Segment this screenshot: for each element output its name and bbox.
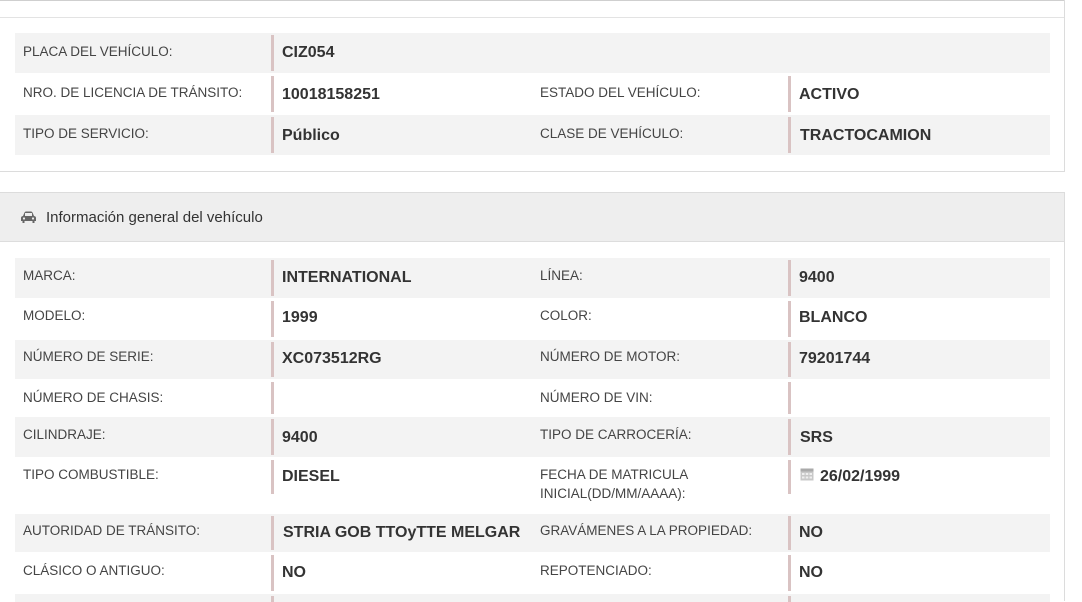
divider (788, 516, 791, 550)
divider (788, 342, 791, 377)
section-header[interactable]: Información general del vehículo (0, 193, 1064, 242)
divider (788, 460, 791, 494)
divider (271, 382, 274, 414)
license-value: 10018158251 (282, 86, 380, 103)
divider (271, 419, 274, 455)
color-label: COLOR: (540, 308, 592, 323)
info-row: NRO. DE LICENCIA DE TRÁNSITO: 1001815825… (15, 74, 1050, 114)
divider (271, 260, 274, 296)
service-value: Público (282, 127, 340, 144)
divider (271, 76, 274, 112)
divider (0, 17, 1064, 18)
info-row: NÚMERO DE CHASIS: NÚMERO DE VIN: (15, 380, 1050, 416)
displacement-value: 9400 (282, 429, 318, 446)
general-info-panel: Información general del vehículo MARCA: … (0, 192, 1065, 602)
divider (271, 342, 274, 377)
info-row: TIPO COMBUSTIBLE: DIESEL FECHA DE MATRIC… (15, 458, 1050, 513)
body-type-value: SRS (800, 429, 833, 446)
body-type-label: TIPO DE CARROCERÍA: (540, 427, 692, 442)
displacement-label: CILINDRAJE: (23, 427, 106, 442)
authority-value: STRIA GOB TTOyTTE MELGAR (283, 524, 521, 541)
engine-label: NÚMERO DE MOTOR: (540, 349, 681, 364)
serial-value: XC073512RG (282, 350, 382, 367)
brand-value: INTERNATIONAL (282, 269, 412, 286)
divider (0, 0, 1064, 1)
divider (788, 117, 791, 153)
info-row: MARCA: INTERNATIONAL LÍNEA: 9400 (15, 258, 1050, 298)
car-icon (20, 211, 37, 224)
info-row: MODELO: 1999 COLOR: BLANCO (15, 299, 1050, 339)
status-label: ESTADO DEL VEHÍCULO: (540, 85, 701, 100)
info-row: TIPO DE SERVICIO: Público CLASE DE VEHÍC… (15, 115, 1050, 155)
info-row: CILINDRAJE: 9400 TIPO DE CARROCERÍA: SRS (15, 417, 1050, 457)
plate-value: CIZ054 (282, 44, 335, 61)
divider (271, 35, 274, 71)
registration-date-value: 26/02/1999 (820, 468, 901, 485)
repowered-label: REPOTENCIADO: (540, 563, 652, 578)
authority-label: AUTORIDAD DE TRÁNSITO: (23, 523, 201, 538)
calendar-icon (800, 467, 814, 481)
divider (271, 596, 274, 602)
classic-value: NO (282, 564, 306, 581)
vin-label: NÚMERO DE VIN: (540, 390, 653, 405)
registration-date-label-line1: FECHA DE MATRICULA (540, 467, 689, 482)
divider (788, 76, 791, 112)
fuel-label: TIPO COMBUSTIBLE: (23, 467, 159, 482)
service-label: TIPO DE SERVICIO: (23, 126, 149, 141)
divider (271, 301, 274, 337)
registration-panel: PLACA DEL VEHÍCULO: CIZ054 NRO. DE LICEN… (0, 0, 1065, 172)
divider (788, 419, 791, 455)
class-value: TRACTOCAMION (800, 127, 932, 144)
line-value: 9400 (799, 269, 835, 286)
info-row: PLACA DEL VEHÍCULO: CIZ054 (15, 33, 1050, 73)
info-row: CLÁSICO O ANTIGUO: NO REPOTENCIADO: NO (15, 553, 1050, 593)
serial-label: NÚMERO DE SERIE: (23, 349, 154, 364)
classic-label: CLÁSICO O ANTIGUO: (23, 563, 165, 578)
engine-value: 79201744 (799, 350, 871, 367)
divider (788, 555, 791, 591)
divider (271, 555, 274, 591)
fuel-value: DIESEL (282, 468, 340, 485)
registration-date-label-line2: INICIAL(DD/MM/AAAA): (540, 486, 686, 501)
repowered-value: NO (799, 564, 823, 581)
info-row: NÚMERO DE SERIE: XC073512RG NÚMERO DE MO… (15, 340, 1050, 379)
divider (788, 260, 791, 296)
section-title: Información general del vehículo (46, 208, 263, 226)
divider (271, 516, 274, 550)
divider (788, 301, 791, 337)
info-row: AUTORIDAD DE TRÁNSITO: STRIA GOB TTOyTTE… (15, 514, 1050, 552)
liens-value: NO (799, 524, 823, 541)
line-label: LÍNEA: (540, 268, 583, 283)
color-value: BLANCO (799, 309, 868, 326)
chassis-label: NÚMERO DE CHASIS: (23, 390, 164, 405)
plate-label: PLACA DEL VEHÍCULO: (23, 44, 173, 59)
liens-label: GRAVÁMENES A LA PROPIEDAD: (540, 523, 753, 538)
brand-label: MARCA: (23, 268, 76, 283)
model-value: 1999 (282, 309, 318, 326)
divider (271, 460, 274, 494)
model-label: MODELO: (23, 308, 86, 323)
status-value: ACTIVO (799, 86, 860, 103)
license-label: NRO. DE LICENCIA DE TRÁNSITO: (23, 85, 243, 100)
divider (788, 382, 791, 414)
divider (271, 117, 274, 153)
class-label: CLASE DE VEHÍCULO: (540, 126, 684, 141)
divider (788, 596, 791, 602)
